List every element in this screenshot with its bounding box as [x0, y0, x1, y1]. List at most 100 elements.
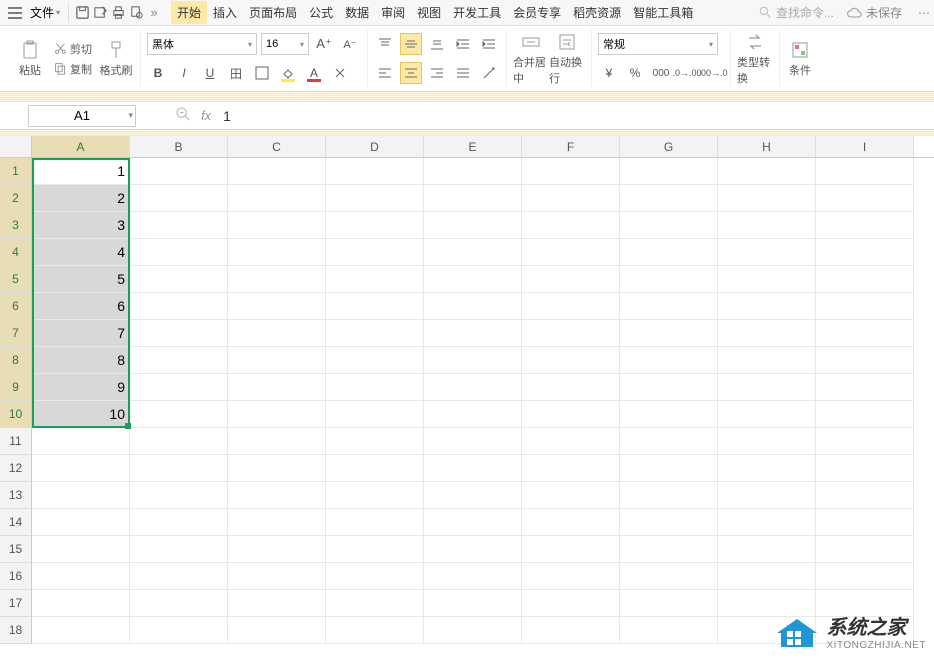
cell[interactable] [228, 212, 326, 239]
cell[interactable] [424, 401, 522, 428]
cell[interactable] [620, 212, 718, 239]
cell[interactable] [424, 536, 522, 563]
cell[interactable] [522, 185, 620, 212]
cell[interactable]: 1 [32, 158, 130, 185]
cell[interactable]: 7 [32, 320, 130, 347]
cell[interactable] [424, 293, 522, 320]
tab-docer[interactable]: 稻壳资源 [567, 1, 627, 24]
fill-color-button[interactable] [277, 62, 299, 84]
cell[interactable] [326, 536, 424, 563]
row-header[interactable]: 2 [0, 185, 32, 212]
cell[interactable] [228, 563, 326, 590]
cell[interactable] [718, 212, 816, 239]
cell[interactable] [130, 374, 228, 401]
cell[interactable] [718, 185, 816, 212]
cell[interactable] [816, 536, 914, 563]
cell[interactable] [130, 401, 228, 428]
cell[interactable]: 5 [32, 266, 130, 293]
fx-icon[interactable]: fx [201, 108, 211, 123]
align-bottom-button[interactable] [426, 33, 448, 55]
cell[interactable] [32, 509, 130, 536]
cell[interactable] [130, 212, 228, 239]
row-header[interactable]: 6 [0, 293, 32, 320]
increase-font-button[interactable]: A⁺ [313, 33, 335, 55]
italic-button[interactable]: I [173, 62, 195, 84]
cell[interactable] [32, 455, 130, 482]
cell[interactable] [326, 347, 424, 374]
clear-format-button[interactable] [329, 62, 351, 84]
cell[interactable]: 6 [32, 293, 130, 320]
cell[interactable] [522, 347, 620, 374]
cell[interactable] [424, 563, 522, 590]
cell[interactable]: 3 [32, 212, 130, 239]
col-header-A[interactable]: A [32, 136, 130, 157]
cell[interactable] [522, 212, 620, 239]
cell[interactable] [424, 239, 522, 266]
cell[interactable] [424, 266, 522, 293]
bold-button[interactable]: B [147, 62, 169, 84]
cell[interactable]: 4 [32, 239, 130, 266]
cell[interactable] [326, 590, 424, 617]
export-icon[interactable] [91, 4, 109, 22]
cell[interactable] [816, 293, 914, 320]
cell[interactable] [130, 320, 228, 347]
cell[interactable] [816, 158, 914, 185]
cell[interactable] [424, 617, 522, 644]
row-header[interactable]: 11 [0, 428, 32, 455]
cell[interactable] [718, 266, 816, 293]
cell[interactable] [228, 617, 326, 644]
more-qat-icon[interactable]: » [145, 4, 163, 22]
cell[interactable] [130, 347, 228, 374]
cell[interactable] [816, 239, 914, 266]
col-header-G[interactable]: G [620, 136, 718, 157]
increase-decimal-button[interactable]: .0→.00 [676, 62, 698, 84]
cell[interactable] [130, 590, 228, 617]
print-icon[interactable] [109, 4, 127, 22]
cell[interactable] [620, 455, 718, 482]
zoom-out-icon[interactable] [176, 107, 191, 125]
cell[interactable] [718, 239, 816, 266]
cell[interactable] [620, 482, 718, 509]
row-header[interactable]: 16 [0, 563, 32, 590]
cell[interactable] [522, 536, 620, 563]
cell[interactable] [130, 509, 228, 536]
strikethrough-button[interactable]: 田 [225, 62, 247, 84]
cell[interactable] [228, 428, 326, 455]
row-header[interactable]: 9 [0, 374, 32, 401]
col-header-D[interactable]: D [326, 136, 424, 157]
tab-review[interactable]: 审阅 [375, 1, 411, 24]
cell[interactable] [620, 347, 718, 374]
cell[interactable] [522, 509, 620, 536]
col-header-C[interactable]: C [228, 136, 326, 157]
decrease-decimal-button[interactable]: .00→.0 [702, 62, 724, 84]
command-search[interactable]: 查找命令... [759, 4, 834, 21]
tab-view[interactable]: 视图 [411, 1, 447, 24]
cell[interactable] [718, 482, 816, 509]
cell[interactable] [816, 320, 914, 347]
tab-formula[interactable]: 公式 [303, 1, 339, 24]
cell[interactable] [424, 320, 522, 347]
cell[interactable] [130, 266, 228, 293]
col-header-F[interactable]: F [522, 136, 620, 157]
cell[interactable] [816, 266, 914, 293]
col-header-H[interactable]: H [718, 136, 816, 157]
cell[interactable] [228, 185, 326, 212]
align-right-button[interactable] [426, 62, 448, 84]
cell[interactable] [326, 482, 424, 509]
cell[interactable] [424, 212, 522, 239]
cell[interactable] [718, 320, 816, 347]
cell[interactable] [130, 428, 228, 455]
cell[interactable] [816, 374, 914, 401]
row-header[interactable]: 4 [0, 239, 32, 266]
thousands-button[interactable]: 000 [650, 62, 672, 84]
cell[interactable] [620, 185, 718, 212]
cell[interactable] [620, 536, 718, 563]
cell[interactable] [326, 185, 424, 212]
cell[interactable] [32, 428, 130, 455]
col-header-B[interactable]: B [130, 136, 228, 157]
cell[interactable] [130, 563, 228, 590]
align-top-button[interactable] [374, 33, 396, 55]
cell[interactable] [424, 185, 522, 212]
cell[interactable] [326, 509, 424, 536]
merge-center-button[interactable]: 合并居中 [513, 31, 549, 87]
